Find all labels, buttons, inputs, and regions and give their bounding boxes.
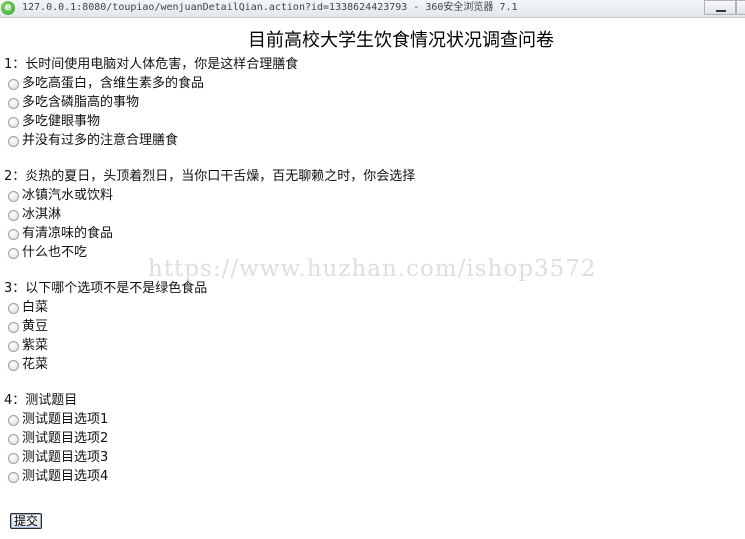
radio-button[interactable] [8,228,19,240]
option-label: 测试题目选项1 [22,412,109,427]
maximize-button[interactable] [736,0,745,15]
question-1-option-3[interactable]: 多吃健眼事物 [8,113,100,131]
radio-button[interactable] [8,452,19,464]
question-3-option-2[interactable]: 黄豆 [8,318,48,336]
radio-button[interactable] [8,321,19,333]
radio-button[interactable] [8,433,19,445]
page-title: 目前高校大学生饮食情况状况调查问卷 [248,30,554,51]
window-title: 127.0.0.1:8080/toupiao/wenjuanDetailQian… [22,2,518,13]
option-label: 冰淇淋 [22,207,62,222]
option-label: 有清凉味的食品 [22,226,114,241]
option-label: 多吃健眼事物 [22,114,101,129]
question-3-option-3[interactable]: 紫菜 [8,337,48,355]
question-1-option-1[interactable]: 多吃高蛋白，含维生素多的食品 [8,75,204,93]
question-4-text: 4：测试题目 [4,393,78,408]
option-label: 测试题目选项2 [22,431,109,446]
radio-button[interactable] [8,247,19,259]
option-label: 黄豆 [22,319,49,334]
option-label: 紫菜 [22,338,49,353]
option-label: 并没有过多的注意合理膳食 [22,133,179,148]
question-3-text: 3：以下哪个选项不是不是绿色食品 [4,281,208,296]
option-label: 测试题目选项4 [22,469,109,484]
browser-title-bar: e 127.0.0.1:8080/toupiao/wenjuanDetailQi… [0,0,745,18]
submit-button[interactable]: 提交 [10,513,43,529]
question-4-option-4[interactable]: 测试题目选项4 [8,468,108,486]
radio-button[interactable] [8,471,19,483]
question-1-option-2[interactable]: 多吃含磷脂高的事物 [8,94,139,112]
question-4-option-1[interactable]: 测试题目选项1 [8,411,108,429]
question-1-option-4[interactable]: 并没有过多的注意合理膳食 [8,132,178,150]
minimize-button[interactable] [704,0,736,15]
question-2-option-4[interactable]: 什么也不吃 [8,244,87,262]
radio-button[interactable] [8,414,19,426]
browser-logo-icon: e [1,1,15,15]
option-label: 多吃高蛋白，含维生素多的食品 [22,76,205,91]
question-2-option-3[interactable]: 有清凉味的食品 [8,225,113,243]
option-label: 白菜 [22,300,49,315]
question-2-option-1[interactable]: 冰镇汽水或饮料 [8,187,113,205]
option-label: 花菜 [22,357,49,372]
radio-button[interactable] [8,340,19,352]
option-label: 什么也不吃 [22,245,88,260]
question-1-text: 1：长时间使用电脑对人体危害，你是这样合理膳食 [4,57,299,72]
radio-button[interactable] [8,135,19,147]
question-4-option-3[interactable]: 测试题目选项3 [8,449,108,467]
option-label: 冰镇汽水或饮料 [22,188,114,203]
radio-button[interactable] [8,209,19,221]
option-label: 测试题目选项3 [22,450,109,465]
question-3-option-4[interactable]: 花菜 [8,356,48,374]
radio-button[interactable] [8,116,19,128]
watermark: https://www.huzhan.com/ishop3572 [148,256,597,282]
question-2-option-2[interactable]: 冰淇淋 [8,206,61,224]
question-3-option-1[interactable]: 白菜 [8,299,48,317]
radio-button[interactable] [8,97,19,109]
question-4-option-2[interactable]: 测试题目选项2 [8,430,108,448]
radio-button[interactable] [8,78,19,90]
radio-button[interactable] [8,302,19,314]
option-label: 多吃含磷脂高的事物 [22,95,140,110]
radio-button[interactable] [8,190,19,202]
question-2-text: 2：炎热的夏日，头顶着烈日，当你口干舌燥，百无聊赖之时，你会选择 [4,169,416,184]
radio-button[interactable] [8,359,19,371]
